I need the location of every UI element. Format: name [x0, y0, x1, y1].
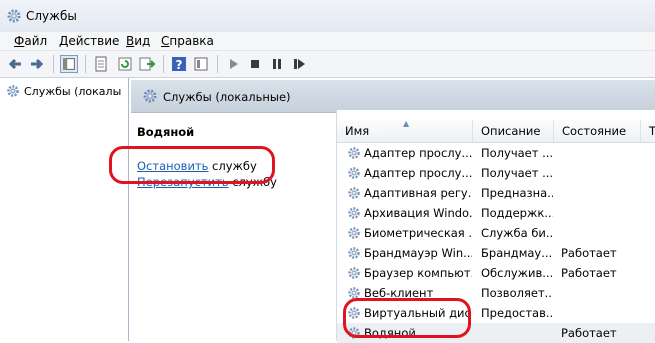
- service-state-cell: [561, 183, 639, 203]
- service-name-cell: Брандмауэр Win...: [364, 246, 472, 260]
- service-gear-icon: [348, 167, 360, 179]
- table-row[interactable]: Браузер компьют... Обслужив... Работает: [337, 263, 655, 283]
- menu-help[interactable]: Справка: [161, 34, 214, 48]
- table-row[interactable]: Брандмауэр Win... Брандмау... Работает: [337, 243, 655, 263]
- service-gear-icon: [348, 147, 360, 159]
- menu-action[interactable]: Действие: [59, 34, 119, 48]
- service-name-cell: Адаптивная регу...: [364, 186, 472, 200]
- service-description-cell: [481, 323, 553, 343]
- pause-icon[interactable]: [268, 55, 286, 73]
- console-tree: Службы (локалы: [0, 78, 129, 341]
- table-row[interactable]: Адаптер прослу... Получает ...: [337, 143, 655, 163]
- back-arrow-icon[interactable]: [6, 55, 24, 73]
- svg-text:?: ?: [176, 58, 183, 72]
- service-description-cell: Предостав...: [481, 306, 553, 320]
- services-gear-icon: [7, 9, 21, 23]
- service-gear-icon: [348, 267, 360, 279]
- service-state-cell: Работает: [561, 246, 617, 260]
- services-gear-icon: [7, 85, 19, 97]
- sort-up-icon: ▲: [403, 119, 410, 128]
- service-name-cell: Биометрическая ...: [364, 226, 472, 240]
- table-row[interactable]: Биометрическая ... Служба би...: [337, 223, 655, 243]
- selected-service-name: Водяной: [137, 125, 195, 139]
- service-description-cell: Служба би...: [481, 226, 553, 240]
- play-icon[interactable]: [224, 55, 242, 73]
- menu-bar: Файл Действие Вид Справка: [0, 32, 655, 51]
- menu-view[interactable]: Вид: [126, 34, 150, 48]
- refresh-icon[interactable]: [116, 55, 134, 73]
- pane-header: Службы (локальные): [131, 80, 655, 113]
- service-state-cell: [561, 203, 639, 223]
- service-gear-icon: [348, 247, 360, 259]
- stop-icon[interactable]: [246, 55, 264, 73]
- service-gear-icon: [348, 207, 360, 219]
- column-type[interactable]: Т: [641, 120, 655, 142]
- service-description-cell: Поддержк...: [481, 206, 553, 220]
- title-bar: Службы: [0, 0, 655, 32]
- toolbar: ?: [0, 51, 655, 78]
- window-title: Службы: [26, 9, 77, 23]
- service-description-cell: Брандмау...: [481, 246, 553, 260]
- forward-arrow-icon[interactable]: [28, 55, 46, 73]
- annotation-circle-selected-service: [343, 298, 471, 338]
- table-row[interactable]: Адаптер прослу... Получает ...: [337, 163, 655, 183]
- service-name-cell: Адаптер прослу...: [364, 166, 472, 180]
- properties-icon[interactable]: [92, 55, 110, 73]
- service-state-cell: [561, 303, 639, 323]
- export-icon[interactable]: [138, 55, 156, 73]
- service-state-cell: [561, 283, 639, 303]
- restart-icon[interactable]: [290, 55, 308, 73]
- service-description-cell: Позволяет...: [481, 286, 553, 300]
- service-state-cell: [561, 163, 639, 183]
- services-gear-icon: [143, 89, 157, 103]
- list-header: ▲ Имя Описание Состояние Т: [337, 119, 655, 143]
- service-state-cell: [561, 223, 639, 243]
- service-name-cell: Браузер компьют...: [364, 266, 472, 280]
- service-gear-icon: [348, 227, 360, 239]
- service-description-cell: Получает ...: [481, 146, 553, 160]
- menu-file[interactable]: Файл: [14, 34, 47, 48]
- help-icon[interactable]: ?: [170, 55, 188, 73]
- column-name[interactable]: ▲ Имя: [337, 119, 473, 142]
- service-description-cell: Получает ...: [481, 166, 553, 180]
- pane-title: Службы (локальные): [163, 90, 291, 104]
- service-state-cell: Работает: [561, 266, 617, 280]
- annotation-circle-stop-link: [109, 146, 275, 184]
- service-state-cell: Работает: [561, 326, 617, 340]
- service-state-cell: [561, 143, 639, 163]
- service-name-cell: Архивация Windo...: [364, 206, 472, 220]
- table-row[interactable]: Архивация Windo... Поддержк...: [337, 203, 655, 223]
- console-icon[interactable]: [192, 55, 210, 73]
- column-state[interactable]: Состояние: [554, 120, 641, 142]
- service-gear-icon: [348, 187, 360, 199]
- show-tree-icon[interactable]: [60, 55, 78, 73]
- service-description-cell: Обслужив...: [481, 266, 553, 280]
- tree-item-label: Службы (локалы: [24, 85, 122, 98]
- service-description-cell: Предназна...: [481, 186, 553, 200]
- tree-item-services-local[interactable]: Службы (локалы: [6, 84, 121, 98]
- table-row[interactable]: Адаптивная регу... Предназна...: [337, 183, 655, 203]
- column-description[interactable]: Описание: [473, 120, 554, 142]
- service-name-cell: Адаптер прослу...: [364, 146, 472, 160]
